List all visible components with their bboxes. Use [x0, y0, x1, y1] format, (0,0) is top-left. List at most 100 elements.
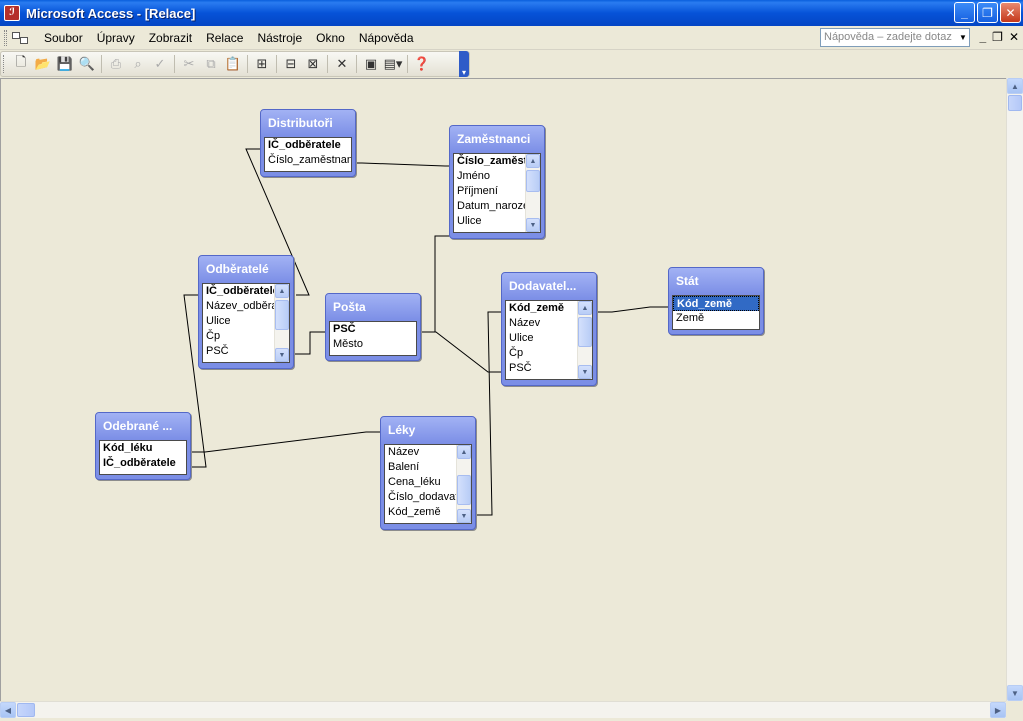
scroll-down-arrow[interactable]: ▼	[526, 218, 540, 232]
scroll-up-arrow[interactable]: ▲	[578, 301, 592, 315]
database-window-icon[interactable]: ▣	[360, 53, 382, 75]
toolbar-grip[interactable]	[3, 55, 6, 73]
table-window-dodavatele[interactable]: Dodavatel... Kód_země Název Ulice Čp PSČ…	[501, 272, 597, 386]
scroll-up-arrow[interactable]: ▲	[526, 154, 540, 168]
field-item[interactable]: Číslo_dodavatele	[385, 490, 456, 505]
save-icon[interactable]: 💾	[54, 53, 76, 75]
field-item[interactable]: Ulice	[454, 214, 525, 229]
title-bar[interactable]: ℐ Microsoft Access - [Relace] _ ❐ ✕	[0, 0, 1023, 26]
field-item[interactable]: PSČ	[203, 344, 274, 359]
scroll-thumb[interactable]	[17, 703, 35, 717]
table-title[interactable]: Odebrané ...	[96, 413, 190, 440]
table-title[interactable]: Stát	[669, 268, 763, 295]
field-item[interactable]: Kód_léku	[100, 441, 186, 456]
field-item[interactable]: IČ_odběratele	[203, 284, 274, 299]
help-search-input[interactable]: Nápověda – zadejte dotaz ▼	[820, 28, 970, 47]
table-title[interactable]: Odběratelé	[199, 256, 293, 283]
field-item[interactable]: Ulice	[203, 314, 274, 329]
field-item[interactable]: Číslo_zaměstnance	[454, 154, 525, 169]
scroll-up-arrow[interactable]: ▲	[1007, 78, 1023, 94]
menu-nastroje[interactable]: Nástroje	[250, 28, 309, 48]
child-minimize-button[interactable]: _	[979, 30, 986, 44]
scroll-down-arrow[interactable]: ▼	[457, 509, 471, 523]
table-window-stat[interactable]: Stát Kód_země Země	[668, 267, 764, 335]
scroll-down-arrow[interactable]: ▼	[578, 365, 592, 379]
maximize-button[interactable]: ❐	[977, 2, 998, 23]
field-item[interactable]: Čp	[506, 346, 577, 361]
menu-zobrazit[interactable]: Zobrazit	[142, 28, 199, 48]
field-list-scrollbar[interactable]: ▲ ▼	[456, 445, 471, 523]
scroll-down-arrow[interactable]: ▼	[1007, 685, 1023, 701]
table-window-posta[interactable]: Pošta PSČ Město	[325, 293, 421, 361]
field-item[interactable]: Cena_léku	[385, 475, 456, 490]
scroll-thumb[interactable]	[275, 300, 289, 330]
field-item[interactable]: IČ_odběratele	[265, 138, 351, 153]
menu-okno[interactable]: Okno	[309, 28, 352, 48]
table-window-odebrane[interactable]: Odebrané ... Kód_léku IČ_odběratele	[95, 412, 191, 480]
table-title[interactable]: Dodavatel...	[502, 273, 596, 300]
spelling-icon[interactable]: ✓	[149, 53, 171, 75]
table-title[interactable]: Pošta	[326, 294, 420, 321]
field-item[interactable]: Název_odběratele	[203, 299, 274, 314]
table-window-distributori[interactable]: Distributoři IČ_odběratele Číslo_zaměstn…	[260, 109, 356, 177]
child-close-button[interactable]: ✕	[1009, 30, 1019, 44]
table-window-zamestnanci[interactable]: Zaměstnanci Číslo_zaměstnance Jméno Příj…	[449, 125, 545, 239]
menu-napoveda[interactable]: Nápověda	[352, 28, 421, 48]
scroll-thumb[interactable]	[1008, 95, 1022, 111]
field-item[interactable]: IČ_odběratele	[100, 456, 186, 471]
table-window-leky[interactable]: Léky Název Balení Cena_léku Číslo_dodava…	[380, 416, 476, 530]
cut-icon[interactable]: ✂	[178, 53, 200, 75]
scroll-down-arrow[interactable]: ▼	[275, 348, 289, 362]
scroll-up-arrow[interactable]: ▲	[457, 445, 471, 459]
table-title[interactable]: Léky	[381, 417, 475, 444]
table-title[interactable]: Zaměstnanci	[450, 126, 544, 153]
close-button[interactable]: ✕	[1000, 2, 1021, 23]
field-item[interactable]: Město	[330, 337, 416, 352]
field-item[interactable]: Čp	[203, 329, 274, 344]
horizontal-scrollbar[interactable]: ◀ ▶	[0, 701, 1006, 718]
scroll-thumb[interactable]	[457, 475, 471, 505]
field-item[interactable]: Ulice	[506, 331, 577, 346]
show-all-relationships-icon[interactable]: ⊠	[302, 53, 324, 75]
table-window-odberatele[interactable]: Odběratelé IČ_odběratele Název_odběratel…	[198, 255, 294, 369]
field-item-selected[interactable]: Kód_země	[673, 296, 759, 311]
field-item[interactable]: Příjmení	[454, 184, 525, 199]
paste-icon[interactable]: 📋	[222, 53, 244, 75]
field-item[interactable]: Datum_narození	[454, 199, 525, 214]
field-item[interactable]: Jméno	[454, 169, 525, 184]
help-icon[interactable]: ❓	[411, 53, 433, 75]
field-item[interactable]: PSČ	[330, 322, 416, 337]
field-item[interactable]: Kód_země	[506, 301, 577, 316]
vertical-scrollbar[interactable]: ▲ ▼	[1006, 78, 1023, 701]
print-preview-icon[interactable]: ⌕	[127, 53, 149, 75]
new-object-icon[interactable]: ▤▾	[382, 53, 404, 75]
delete-icon[interactable]: ✕	[331, 53, 353, 75]
minimize-button[interactable]: _	[954, 2, 975, 23]
toolbar-options-chevron[interactable]: ▾	[459, 51, 469, 77]
scroll-thumb[interactable]	[526, 170, 540, 192]
access-icon[interactable]: ℐ	[4, 5, 20, 21]
copy-icon[interactable]: ⧉	[200, 53, 222, 75]
open-folder-icon[interactable]: 📂	[32, 53, 54, 75]
field-item[interactable]: Číslo_zaměstnance	[265, 153, 351, 168]
scroll-left-arrow[interactable]: ◀	[0, 702, 16, 718]
show-table-icon[interactable]: ⊞	[251, 53, 273, 75]
field-list-scrollbar[interactable]: ▲ ▼	[577, 301, 592, 379]
file-search-icon[interactable]: 🔍	[76, 53, 98, 75]
scroll-up-arrow[interactable]: ▲	[275, 284, 289, 298]
menu-relace[interactable]: Relace	[199, 28, 250, 48]
child-restore-button[interactable]: ❐	[992, 30, 1003, 44]
menu-upravy[interactable]: Úpravy	[90, 28, 142, 48]
field-item[interactable]: PSČ	[506, 361, 577, 376]
menu-grip[interactable]	[4, 29, 7, 46]
field-item[interactable]: Kód_země	[385, 505, 456, 520]
print-icon[interactable]: ⎙	[105, 53, 127, 75]
field-item[interactable]: Název	[385, 445, 456, 460]
field-list-scrollbar[interactable]: ▲ ▼	[525, 154, 540, 232]
chevron-down-icon[interactable]: ▼	[957, 29, 969, 46]
field-item[interactable]: Balení	[385, 460, 456, 475]
field-item[interactable]: Země	[673, 311, 759, 326]
scroll-thumb[interactable]	[578, 317, 592, 347]
relationships-window-icon[interactable]	[11, 31, 29, 45]
show-direct-relationships-icon[interactable]: ⊟	[280, 53, 302, 75]
